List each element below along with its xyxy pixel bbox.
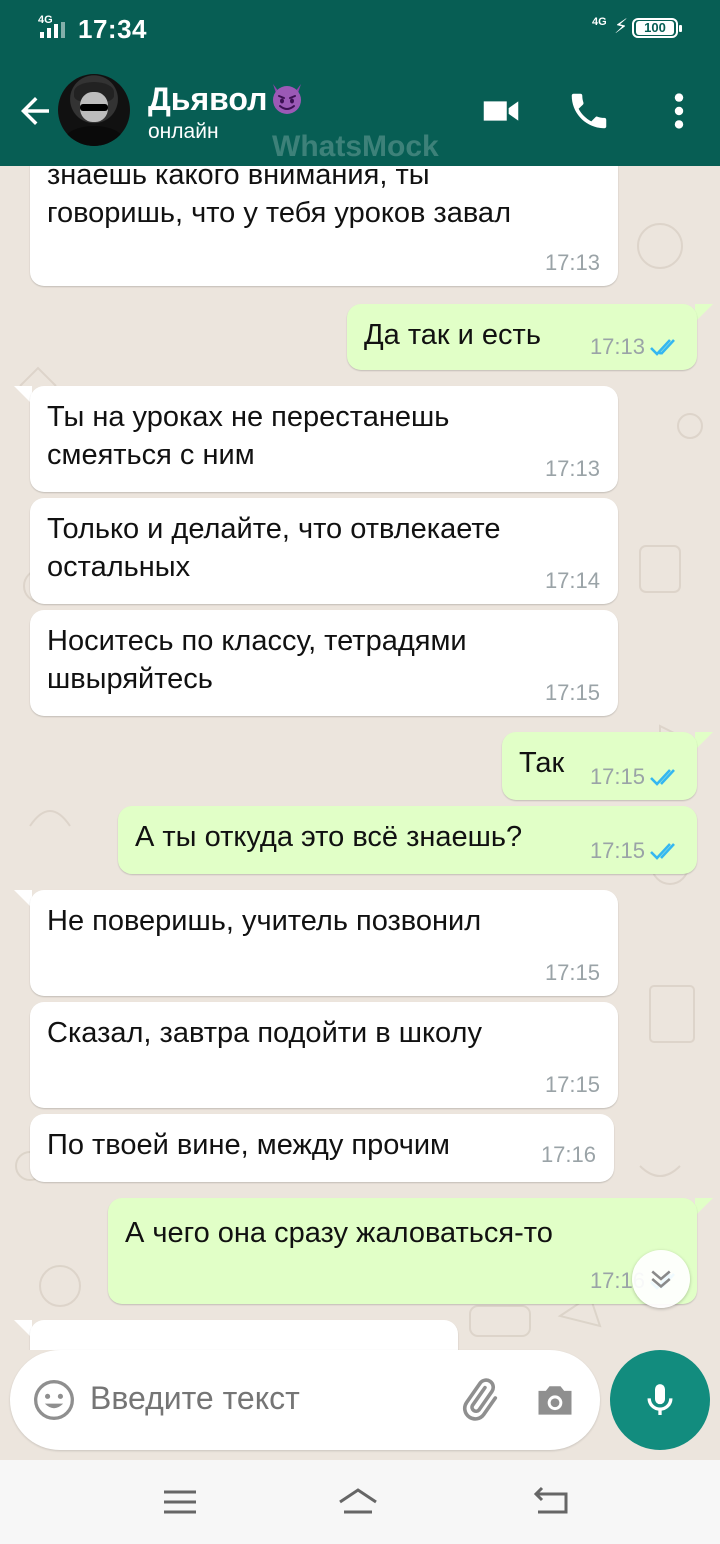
message-outgoing[interactable]: Так 17:15 <box>502 732 697 800</box>
message-input[interactable] <box>90 1380 420 1417</box>
message-incoming[interactable]: Не поверишь, учитель позвонил 17:15 <box>30 890 618 996</box>
chat-area[interactable]: знаешь какого внимания, ты говоришь, что… <box>0 166 720 1350</box>
message-text-line: остальных <box>47 551 191 583</box>
message-text: А ты откуда это всё знаешь? <box>135 821 523 853</box>
message-outgoing[interactable]: А ты откуда это всё знаешь? 17:15 <box>118 806 697 874</box>
read-ticks-icon <box>650 843 675 860</box>
message-time: 17:15 <box>589 764 645 789</box>
message-incoming[interactable]: Носитесь по классу, тетрадями швыряйтесь… <box>30 610 618 716</box>
mic-icon <box>647 1384 673 1415</box>
message-incoming[interactable]: Ты на уроках не перестанешь смеяться с н… <box>30 386 618 492</box>
contact-name-row[interactable]: Дьявол <box>148 80 305 118</box>
message-incoming[interactable]: По твоей вине, между прочим 17:16 <box>30 1114 614 1182</box>
double-chevron-down-icon <box>651 1270 671 1289</box>
video-call-icon[interactable] <box>478 88 524 134</box>
message-text-line: знаешь какого внимания, ты <box>47 166 430 191</box>
emoji-icon[interactable] <box>32 1378 76 1422</box>
bubble-tail <box>695 304 713 322</box>
back-arrow-icon[interactable] <box>14 90 56 132</box>
message-time: 17:13 <box>544 456 600 481</box>
message-time: 17:16 <box>540 1142 596 1167</box>
message-time: 17:15 <box>589 838 645 863</box>
clock: 17:34 <box>78 14 147 44</box>
camera-icon[interactable] <box>532 1378 578 1422</box>
message-text-line: швыряйтесь <box>47 663 213 695</box>
message-incoming[interactable]: Сказал, завтра подойти в школу 17:15 <box>30 1002 618 1108</box>
message-time: 17:15 <box>544 1072 600 1097</box>
battery-level: 100 <box>636 21 674 35</box>
status-bar: 4G 17:34 4G ⚡ 100 <box>0 0 720 56</box>
mic-button[interactable] <box>610 1350 710 1450</box>
bubble-tail <box>695 732 713 750</box>
bubble-tail <box>695 1198 713 1216</box>
message-time: 17:15 <box>544 680 600 705</box>
back-icon[interactable] <box>528 1482 572 1522</box>
message-text-line: Носитесь по классу, тетрадями <box>47 625 467 657</box>
watermark: WhatsMock <box>272 130 439 163</box>
home-icon[interactable] <box>336 1482 380 1522</box>
message-text-line: Сказал, завтра подойти в школу <box>47 1017 482 1049</box>
message-time: 17:13 <box>544 250 600 275</box>
network-label: 4G <box>592 16 607 28</box>
message-text: Да так и есть <box>364 319 541 351</box>
message-text-line: Только и делайте, что отвлекаете <box>47 513 501 545</box>
more-vert-icon[interactable] <box>656 88 702 134</box>
signal-strength-icon <box>40 22 70 38</box>
message-text: А чего она сразу жаловаться-то <box>125 1217 553 1249</box>
message-incoming[interactable]: знаешь какого внимания, ты говоришь, что… <box>30 166 618 286</box>
contact-name: Дьявол <box>148 81 268 117</box>
message-text-line: Ты на уроках не перестанешь <box>47 401 450 433</box>
message-incoming-partial[interactable] <box>30 1320 458 1350</box>
attach-icon[interactable] <box>454 1376 502 1424</box>
message-text: По твоей вине, между прочим <box>47 1129 450 1161</box>
system-navigation-bar <box>0 1460 720 1544</box>
message-text-line: Не поверишь, учитель позвонил <box>47 905 482 937</box>
read-ticks-icon <box>650 339 675 356</box>
recent-apps-icon[interactable] <box>158 1482 202 1522</box>
smiling-imp-emoji-icon <box>273 84 302 114</box>
message-time: 17:14 <box>544 568 600 593</box>
contact-status: онлайн <box>148 120 219 143</box>
message-incoming[interactable]: Только и делайте, что отвлекаете остальн… <box>30 498 618 604</box>
message-composer <box>10 1350 600 1450</box>
read-ticks-icon <box>650 769 675 786</box>
message-text-line: смеяться с ним <box>47 439 255 471</box>
chat-header: Дьявол онлайн WhatsMock <box>0 56 720 166</box>
message-time: 17:13 <box>589 334 645 359</box>
phone-icon[interactable] <box>566 88 612 134</box>
charging-icon: ⚡ <box>614 16 629 38</box>
message-outgoing[interactable]: Да так и есть 17:13 <box>347 304 697 370</box>
message-time: 17:15 <box>544 960 600 985</box>
message-text-line: говоришь, что у тебя уроков завал <box>47 197 511 229</box>
battery-icon: 100 <box>632 18 682 38</box>
avatar[interactable] <box>58 74 130 146</box>
scroll-to-bottom-button[interactable] <box>632 1250 690 1308</box>
message-outgoing[interactable]: А чего она сразу жаловаться-то 17:16 <box>108 1198 697 1304</box>
message-text: Так <box>519 747 565 779</box>
